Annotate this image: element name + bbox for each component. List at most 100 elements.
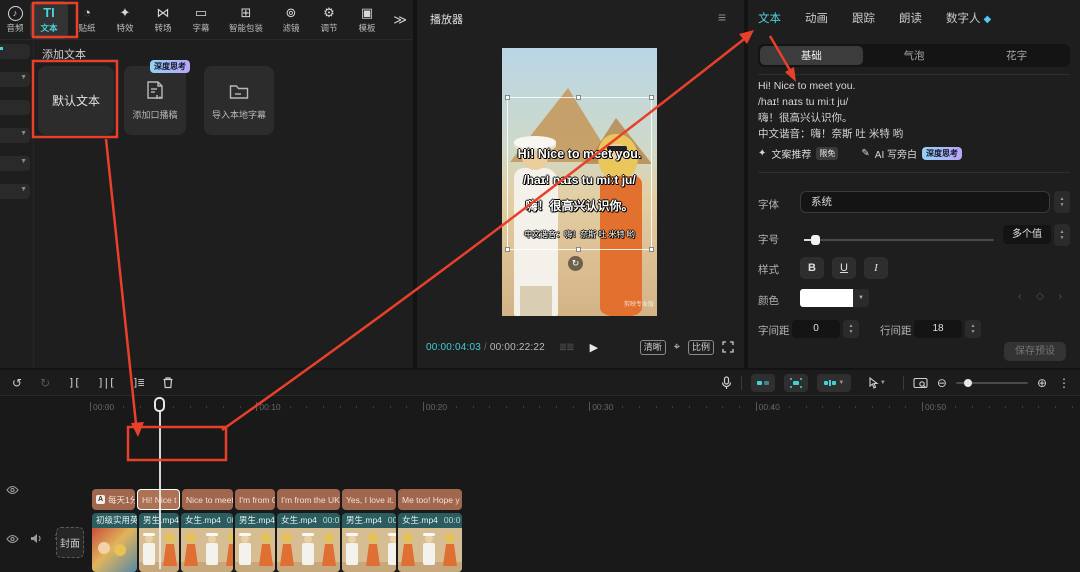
playhead-line[interactable] [159, 397, 161, 569]
default-text-card[interactable]: 默认文本 [38, 66, 114, 135]
add-speech-script-card[interactable]: 深度思考 添加口播稿 [124, 66, 186, 135]
bold-button[interactable]: B [800, 257, 824, 279]
text-clip[interactable]: Me too! Hope y [398, 489, 462, 510]
tab-数字人[interactable]: 数字人◆ [946, 10, 991, 26]
toolbar-item-audio[interactable]: ♪音频 [0, 1, 30, 39]
letter-spacing-value[interactable]: 0 [792, 320, 840, 338]
letter-spacing-stepper[interactable]: ▲▼ [843, 320, 859, 338]
font-stepper[interactable]: ▲▼ [1054, 191, 1070, 213]
text-selection-box[interactable] [507, 97, 652, 250]
preview-frame-icon[interactable] [913, 377, 928, 389]
collapsed-category-row[interactable] [0, 100, 30, 115]
subtab-花字[interactable]: 花字 [965, 46, 1068, 65]
ruler-minor-tick [905, 406, 906, 408]
font-size-value[interactable]: 多个值 [1003, 225, 1051, 244]
thumbnail-strip [181, 528, 233, 572]
auto-snap-toggle[interactable] [751, 374, 775, 392]
toolbar-item-template[interactable]: ▣模板 [348, 1, 386, 39]
video-clip[interactable]: 女生.mp400: [181, 513, 233, 572]
import-subtitles-card[interactable]: 导入本地字幕 [204, 66, 274, 135]
selection-handle[interactable] [649, 247, 654, 252]
tab-文本[interactable]: 文本 [758, 10, 781, 26]
split-button[interactable]: ][ [68, 376, 79, 389]
video-clip[interactable]: 女生.mp400:0 [277, 513, 340, 572]
selection-handle[interactable] [505, 247, 510, 252]
delete-button[interactable] [162, 376, 174, 389]
split-keep-left-button[interactable]: ]|[ [97, 376, 114, 389]
collapsed-category-row[interactable]: ▼ [0, 156, 30, 171]
preview-axis-toggle[interactable]: ▼ [817, 374, 851, 392]
text-content-editor[interactable]: Hi! Nice to meet you./haɪ! naɪs tu miːt … [758, 78, 1070, 168]
video-clip[interactable]: 男生.mp4 [235, 513, 275, 572]
tab-朗读[interactable]: 朗读 [899, 10, 922, 26]
subtab-气泡[interactable]: 气泡 [863, 46, 966, 65]
color-dropdown-chevron[interactable]: ▼ [853, 289, 869, 307]
ratio-button[interactable]: 比例 [688, 340, 714, 355]
font-select[interactable]: 系统 [800, 191, 1050, 213]
zoom-out-button[interactable]: ⊖ [937, 376, 947, 390]
timeline-more-button[interactable]: ⋮ [1058, 376, 1070, 390]
toolbar-item-captions[interactable]: ▭字幕 [182, 1, 220, 39]
italic-button[interactable]: I [864, 257, 888, 279]
text-clip[interactable]: A每天1分 [92, 489, 135, 510]
quality-button[interactable]: 清晰 [640, 340, 666, 355]
line-spacing-value[interactable]: 18 [914, 320, 962, 338]
copy-suggest-button[interactable]: 文案推荐 [771, 146, 811, 161]
zoom-in-button[interactable]: ⊕ [1037, 376, 1047, 390]
text-clip[interactable]: Yes, I love it. [342, 489, 396, 510]
tab-跟踪[interactable]: 跟踪 [852, 10, 875, 26]
color-swatch[interactable] [800, 289, 853, 307]
font-size-slider[interactable] [804, 239, 994, 241]
tab-动画[interactable]: 动画 [805, 10, 828, 26]
record-voiceover-icon[interactable] [721, 376, 732, 390]
selection-handle[interactable] [649, 95, 654, 100]
video-preview[interactable]: Hi! Nice to meet you. /haɪ! naɪs tu miːt… [502, 48, 657, 316]
zoom-slider-handle[interactable] [964, 379, 972, 387]
timeline-zoom-slider[interactable] [956, 382, 1028, 384]
toolbar-item-smart-pack[interactable]: ⊞智能包装 [220, 1, 272, 39]
ai-voiceover-button[interactable]: AI 写旁白 [875, 146, 917, 161]
selection-handle[interactable] [576, 95, 581, 100]
save-preset-button[interactable]: 保存预设 [1004, 342, 1066, 361]
undo-button[interactable]: ↺ [12, 376, 22, 390]
redo-button[interactable]: ↻ [40, 376, 50, 390]
selection-handle[interactable] [576, 247, 581, 252]
collapsed-category-row[interactable]: ▼ [0, 184, 30, 199]
linked-selection-toggle[interactable] [784, 374, 808, 392]
line-spacing-stepper[interactable]: ▲▼ [965, 320, 981, 338]
preview-layout-icon[interactable]: ≣≣ [559, 342, 574, 353]
text-clip[interactable]: Nice to meet [182, 489, 233, 510]
toolbar-item-adjust[interactable]: ⚙调节 [310, 1, 348, 39]
selection-handle[interactable] [505, 95, 510, 100]
play-button[interactable]: ▶ [590, 341, 598, 354]
video-clip[interactable]: 初级实用英 [92, 513, 137, 572]
collapsed-category-row[interactable]: ▼ [0, 72, 30, 87]
split-keep-right-button[interactable]: ]≣ [132, 376, 143, 389]
size-stepper[interactable]: ▲▼ [1054, 224, 1070, 246]
slider-handle[interactable] [811, 235, 820, 245]
toolbar-item-label: 转场 [154, 22, 171, 34]
subtab-基础[interactable]: 基础 [760, 46, 863, 65]
import-card-label: 导入本地字幕 [212, 108, 266, 121]
toolbar-item-transition[interactable]: ⋈转场 [144, 1, 182, 39]
text-clip-label: Me too! Hope y [402, 495, 460, 505]
collapsed-category-row[interactable]: ▼ [0, 128, 30, 143]
toolbar-item-effects[interactable]: ✦特效 [106, 1, 144, 39]
toolbar-item-filter[interactable]: ⊚滤镜 [272, 1, 310, 39]
text-clip[interactable]: I'm from the UK [277, 489, 340, 510]
rotate-handle[interactable]: ↻ [568, 256, 583, 271]
toolbar-more-button[interactable]: ≫ [393, 12, 407, 28]
player-menu-icon[interactable]: ≡ [718, 9, 726, 25]
toolbar-item-text[interactable]: TI文本 [30, 1, 68, 39]
text-clip[interactable]: I'm from C [235, 489, 275, 510]
video-clip[interactable]: 女生.mp400:0 [398, 513, 462, 572]
playhead-handle[interactable] [154, 397, 165, 412]
toolbar-item-sticker[interactable]: ◔贴纸 [68, 1, 106, 39]
collapsed-category-row[interactable] [0, 44, 30, 59]
underline-button[interactable]: U [832, 257, 856, 279]
focus-preview-icon[interactable]: ⌖ [674, 341, 680, 354]
video-clip[interactable]: 男生.mp400 [342, 513, 396, 572]
select-tool[interactable]: ▼ [860, 374, 894, 392]
keyframe-controls[interactable]: ‹ ◇ › [1018, 291, 1068, 302]
fullscreen-icon[interactable] [722, 341, 734, 353]
